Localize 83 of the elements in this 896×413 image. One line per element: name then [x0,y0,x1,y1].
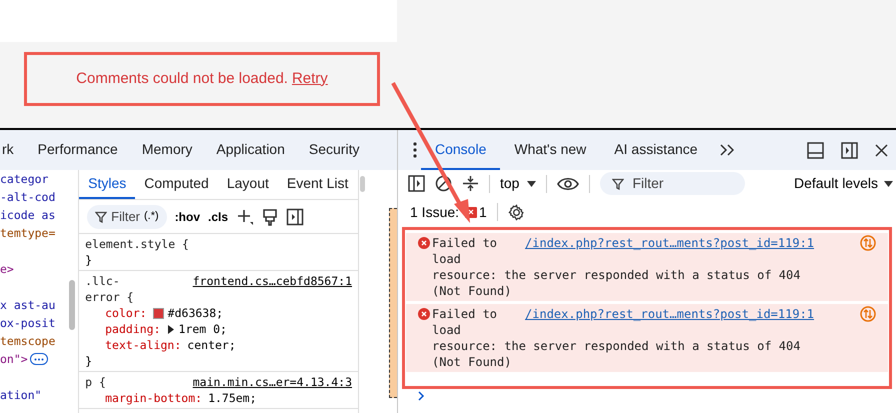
code-line: e> [0,261,14,278]
source-link[interactable]: /index.php?rest_rout…ments?post_id=119:1 [525,306,814,322]
filter-placeholder: Filter [111,208,140,226]
class-toggle[interactable]: .cls [208,208,228,226]
tab[interactable]: Console [421,130,500,170]
tab[interactable]: Event List [278,170,358,199]
issues-label[interactable]: 1 Issue: [410,202,460,222]
tab[interactable]: Application [204,130,297,170]
tab[interactable]: Computed [135,170,218,199]
tab[interactable]: What's new [500,130,600,170]
css-value: #d63638; [168,305,224,321]
more-options-icon[interactable] [413,142,417,158]
filter-placeholder: Filter [632,174,664,193]
error-icon [418,308,430,320]
code-line: ation" [0,387,42,404]
closing-brace: } [85,253,92,267]
paint-brush-icon[interactable] [262,208,278,226]
dock-bottom-icon[interactable] [807,142,824,158]
sidebar-toggle-icon[interactable] [408,175,425,192]
log-levels-dropdown[interactable]: Default levels [794,173,893,194]
hover-state-toggle[interactable]: :hov [174,208,200,226]
closing-brace: } [85,354,92,368]
issue-count: 1 [479,202,487,222]
scrollbar-thumb[interactable] [69,280,76,330]
tab[interactable]: Layout [218,170,278,199]
code-line: x ast-au [0,297,56,314]
settings-icon[interactable] [508,204,525,220]
css-property: color: [105,305,147,321]
css-value: center; [187,337,236,353]
code-line: ox-posit [0,315,56,332]
color-swatch[interactable] [152,308,164,318]
network-icon[interactable] [860,235,876,251]
close-icon[interactable] [875,144,888,156]
tab[interactable]: Security [296,130,372,170]
tab[interactable]: Styles [79,170,136,199]
more-icon[interactable] [30,353,48,365]
css-selector: .llc- error { [85,273,134,305]
css-property: padding: [105,321,161,337]
caret-icon [527,180,536,186]
network-icon[interactable] [860,306,876,322]
add-icon[interactable] [236,208,254,226]
css-value: 1rem 0; [178,321,227,337]
caret-icon [884,180,893,186]
css-selector: element.style { [85,236,189,252]
tab[interactable]: AI assistance [600,130,712,170]
error-message: Comments could not be loaded. [76,68,288,89]
css-selector: p { [85,374,106,390]
code-line: categor [0,171,48,188]
expand-triangle-icon[interactable] [166,324,175,334]
code-line: on"> [0,351,28,368]
regex-toggle[interactable]: (.*) [144,208,159,225]
eye-icon[interactable] [557,176,580,190]
prompt-icon[interactable] [418,391,425,401]
filter-icon [612,178,624,190]
error-text: Failed to [432,235,498,251]
error-text: load resource: the server responded with a status of 404 (Not Found) [432,322,802,370]
css-property: margin-bottom: [105,390,202,406]
chevrons-right-icon[interactable] [720,144,734,156]
tab[interactable]: Memory [130,130,204,170]
css-value: 1.75em; [208,390,257,406]
context-dropdown[interactable]: top [500,173,536,194]
filter-field[interactable]: Filter [600,172,746,195]
sidebar-toggle-icon[interactable] [286,208,304,226]
filter-icon [95,210,108,222]
source-link[interactable]: main.min.cs…er=4.13.4:3 [192,374,352,390]
filter-field[interactable]: Filter (.*) [87,204,167,228]
code-line: temtype= [0,225,56,242]
code-line: icode as [0,207,56,224]
tab[interactable]: Performance [26,130,130,170]
error-text: Failed to [432,306,498,322]
source-link[interactable]: frontend.cs…cebfd8567:1 [192,273,352,305]
clear-console-icon[interactable] [435,175,452,192]
source-link[interactable]: /index.php?rest_rout…ments?post_id=119:1 [525,235,814,251]
error-text: load resource: the server responded with a status of 404 (Not Found) [432,251,802,299]
css-property: text-align: [105,337,182,353]
collapse-icon[interactable] [462,175,479,192]
retry-link[interactable]: Retry [292,68,328,90]
dock-side-icon[interactable] [841,142,858,158]
code-line: -alt-cod [0,189,56,206]
code-line: temscope [0,333,56,350]
scrollbar-thumb[interactable] [360,176,365,192]
tab[interactable]: rk [0,130,26,170]
error-icon [418,237,430,249]
